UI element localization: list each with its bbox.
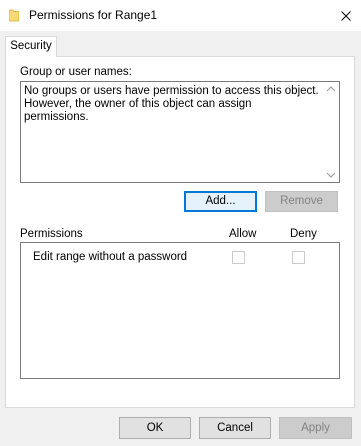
close-icon <box>341 10 351 21</box>
close-button[interactable] <box>331 0 361 31</box>
deny-checkbox[interactable] <box>292 251 305 264</box>
window-title: Permissions for Range1 <box>29 8 158 22</box>
ok-button[interactable]: OK <box>119 417 191 439</box>
no-groups-message: No groups or users have permission to ac… <box>24 85 319 123</box>
group-names-label: Group or user names: <box>20 66 132 78</box>
deny-header: Deny <box>290 228 317 240</box>
folder-icon <box>9 9 19 22</box>
add-button[interactable]: Add... <box>184 191 257 212</box>
permissions-list: Edit range without a password <box>20 242 340 379</box>
allow-header: Allow <box>229 228 257 240</box>
apply-button[interactable]: Apply <box>279 417 352 439</box>
allow-checkbox[interactable] <box>232 251 245 264</box>
permissions-header: Permissions <box>20 228 83 240</box>
scroll-up-icon[interactable] <box>326 85 336 93</box>
remove-button[interactable]: Remove <box>265 191 338 212</box>
scroll-down-icon[interactable] <box>326 171 336 179</box>
group-user-list[interactable]: No groups or users have permission to ac… <box>20 81 340 183</box>
cancel-button[interactable]: Cancel <box>199 417 271 439</box>
title-bar: Permissions for Range1 <box>0 0 361 31</box>
tab-security[interactable]: Security <box>5 36 57 57</box>
permission-label: Edit range without a password <box>33 251 188 263</box>
